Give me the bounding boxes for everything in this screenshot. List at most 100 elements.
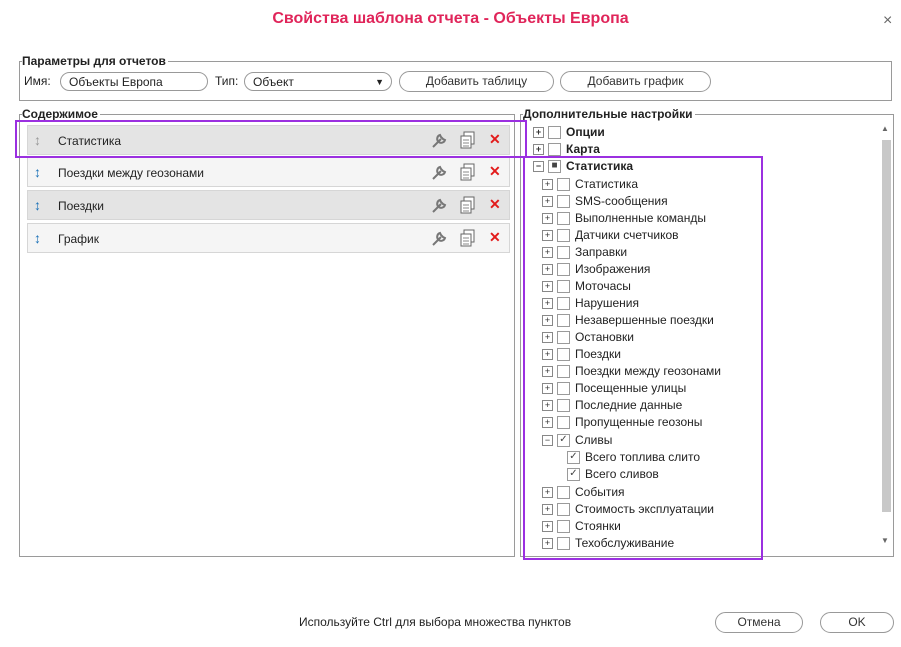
- checkbox[interactable]: [557, 297, 570, 311]
- expand-icon[interactable]: +: [533, 127, 544, 139]
- cancel-button[interactable]: Отмена: [715, 612, 803, 633]
- tree-node[interactable]: + Поездки: [542, 347, 621, 363]
- scroll-down-icon[interactable]: ▼: [881, 536, 889, 545]
- name-input[interactable]: Объекты Европа: [60, 72, 208, 91]
- tree-node[interactable]: + Поездки между геозонами: [542, 364, 721, 380]
- checkbox[interactable]: [557, 331, 570, 345]
- copy-icon[interactable]: [460, 163, 476, 184]
- tree-node[interactable]: + Остановки: [542, 330, 634, 346]
- tree-node[interactable]: − ■ Статистика: [533, 159, 633, 175]
- delete-icon[interactable]: ✕: [489, 131, 501, 148]
- expand-icon[interactable]: +: [542, 332, 553, 344]
- add-chart-button[interactable]: Добавить график: [560, 71, 711, 92]
- tree-node[interactable]: + Моточасы: [542, 279, 631, 295]
- checkbox-checked[interactable]: ✓: [567, 468, 580, 482]
- tree-node[interactable]: + Выполненные команды: [542, 211, 706, 227]
- checkbox[interactable]: [557, 348, 570, 362]
- add-table-button[interactable]: Добавить таблицу: [399, 71, 554, 92]
- scroll-up-icon[interactable]: ▲: [881, 124, 889, 133]
- wrench-icon[interactable]: [430, 132, 448, 153]
- checkbox[interactable]: [557, 280, 570, 294]
- checkbox[interactable]: [557, 178, 570, 192]
- delete-icon[interactable]: ✕: [489, 196, 501, 213]
- expand-icon[interactable]: +: [542, 504, 553, 516]
- tree-node[interactable]: + Техобслуживание: [542, 536, 674, 552]
- expand-icon[interactable]: +: [542, 383, 553, 395]
- expand-icon[interactable]: +: [533, 144, 544, 156]
- tree-node[interactable]: + Заправки: [542, 245, 627, 261]
- wrench-icon[interactable]: [430, 164, 448, 185]
- tree-node[interactable]: + Опции: [533, 125, 605, 141]
- type-select[interactable]: Объект ▼: [244, 72, 392, 91]
- tree-node[interactable]: + Изображения: [542, 262, 650, 278]
- expand-icon[interactable]: +: [542, 417, 553, 429]
- checkbox[interactable]: [557, 365, 570, 379]
- checkbox-checked[interactable]: ✓: [557, 434, 570, 448]
- tree-node[interactable]: + Нарушения: [542, 296, 639, 312]
- tree-node[interactable]: + Стоянки: [542, 519, 621, 535]
- checkbox[interactable]: [557, 246, 570, 260]
- tree-node[interactable]: + Статистика: [542, 177, 638, 193]
- checkbox[interactable]: [557, 520, 570, 534]
- tree-node[interactable]: + Стоимость эксплуатации: [542, 502, 714, 518]
- tree-node[interactable]: + Датчики счетчиков: [542, 228, 679, 244]
- checkbox[interactable]: [548, 143, 561, 157]
- checkbox[interactable]: [557, 382, 570, 396]
- content-row[interactable]: ↕ Статистика ✕: [27, 125, 510, 155]
- tree-node[interactable]: + События: [542, 485, 625, 501]
- expand-icon[interactable]: +: [542, 538, 553, 550]
- close-icon[interactable]: ×: [883, 12, 892, 30]
- checkbox[interactable]: [557, 416, 570, 430]
- wrench-icon[interactable]: [430, 197, 448, 218]
- checkbox-partial[interactable]: ■: [548, 160, 561, 174]
- expand-icon[interactable]: +: [542, 298, 553, 310]
- collapse-icon[interactable]: −: [542, 435, 553, 447]
- tree-node[interactable]: + Незавершенные поездки: [542, 313, 714, 329]
- checkbox[interactable]: [557, 399, 570, 413]
- expand-icon[interactable]: +: [542, 230, 553, 242]
- checkbox[interactable]: [548, 126, 561, 140]
- checkbox[interactable]: [557, 212, 570, 226]
- checkbox[interactable]: [557, 486, 570, 500]
- ok-button[interactable]: OK: [820, 612, 894, 633]
- checkbox[interactable]: [557, 195, 570, 209]
- drag-handle-icon[interactable]: ↕: [34, 197, 41, 213]
- tree-node[interactable]: + Посещенные улицы: [542, 381, 686, 397]
- collapse-icon[interactable]: −: [533, 161, 544, 173]
- tree-node[interactable]: + SMS-сообщения: [542, 194, 668, 210]
- expand-icon[interactable]: +: [542, 264, 553, 276]
- tree-node[interactable]: + Последние данные: [542, 398, 682, 414]
- copy-icon[interactable]: [460, 229, 476, 250]
- tree-node[interactable]: − ✓ Сливы: [542, 433, 612, 449]
- copy-icon[interactable]: [460, 196, 476, 217]
- copy-icon[interactable]: [460, 131, 476, 152]
- expand-icon[interactable]: +: [542, 179, 553, 191]
- expand-icon[interactable]: +: [542, 247, 553, 259]
- checkbox[interactable]: [557, 537, 570, 551]
- expand-icon[interactable]: +: [542, 213, 553, 225]
- expand-icon[interactable]: +: [542, 400, 553, 412]
- expand-icon[interactable]: +: [542, 349, 553, 361]
- expand-icon[interactable]: +: [542, 521, 553, 533]
- drag-handle-icon[interactable]: ↕: [34, 230, 41, 246]
- tree-node[interactable]: + Пропущенные геозоны: [542, 415, 702, 431]
- checkbox[interactable]: [557, 229, 570, 243]
- expand-icon[interactable]: +: [542, 366, 553, 378]
- scrollbar-thumb[interactable]: [882, 140, 891, 512]
- wrench-icon[interactable]: [430, 230, 448, 251]
- checkbox[interactable]: [557, 503, 570, 517]
- checkbox[interactable]: [557, 314, 570, 328]
- drag-handle-icon[interactable]: ↕: [34, 164, 41, 180]
- expand-icon[interactable]: +: [542, 315, 553, 327]
- checkbox[interactable]: [557, 263, 570, 277]
- content-row[interactable]: ↕ Поездки между геозонами ✕: [27, 157, 510, 187]
- content-row[interactable]: ↕ Поездки ✕: [27, 190, 510, 220]
- expand-icon[interactable]: +: [542, 487, 553, 499]
- delete-icon[interactable]: ✕: [489, 229, 501, 246]
- drag-handle-icon[interactable]: ↕: [34, 132, 41, 148]
- expand-icon[interactable]: +: [542, 281, 553, 293]
- content-row[interactable]: ↕ График ✕: [27, 223, 510, 253]
- delete-icon[interactable]: ✕: [489, 163, 501, 180]
- tree-node[interactable]: + Карта: [533, 142, 600, 158]
- checkbox-checked[interactable]: ✓: [567, 451, 580, 465]
